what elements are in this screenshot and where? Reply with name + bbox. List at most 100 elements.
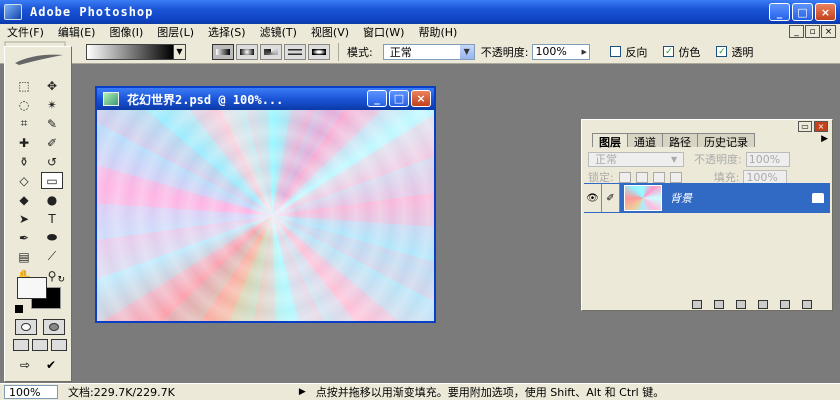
chevron-down-icon[interactable]: ▼ — [671, 155, 683, 164]
layer-name: 背景 — [670, 192, 692, 205]
layer-style-icon[interactable] — [692, 300, 702, 309]
doc-close-button[interactable]: × — [821, 25, 836, 38]
document-close-button[interactable]: × — [411, 90, 431, 107]
brush-link-icon[interactable]: ✐ — [602, 184, 620, 212]
foreground-color-swatch[interactable] — [17, 277, 47, 299]
adjustment-layer-icon[interactable] — [758, 300, 768, 309]
menu-file[interactable]: 文件(F) — [0, 24, 51, 40]
tab-history[interactable]: 历史记录 — [697, 133, 755, 149]
linear-gradient-button[interactable] — [212, 43, 234, 60]
eye-icon[interactable]: 👁 — [584, 184, 602, 212]
minimize-button[interactable]: _ — [769, 3, 790, 21]
full-screen-mode-button[interactable] — [51, 339, 67, 351]
trash-icon[interactable] — [802, 300, 812, 309]
tool-grid: ⬚ ✥ ◌ ✴ ⌗ ✎ ✚ ✐ ⚱ ↺ ◇ ▭ ◆ ● ➤ T ✒ ⬬ ▤ ⟋ … — [13, 77, 63, 284]
quick-mask-mode-button[interactable] — [43, 319, 65, 335]
menu-view[interactable]: 视图(V) — [304, 24, 356, 40]
lasso-tool-icon[interactable]: ◌ — [13, 96, 35, 113]
tab-channels[interactable]: 通道 — [627, 133, 663, 149]
dither-checkbox-box[interactable]: ✓ — [663, 46, 675, 57]
lock-position-icon[interactable] — [652, 171, 665, 183]
maximize-button[interactable]: □ — [792, 3, 813, 21]
healing-brush-tool-icon[interactable]: ✚ — [13, 134, 35, 151]
doc-restore-button[interactable]: ▫ — [805, 25, 820, 38]
transparency-checkbox[interactable]: ✓ 透明 — [716, 44, 753, 60]
crop-tool-icon[interactable]: ⌗ — [13, 115, 35, 132]
eyedropper-tool-icon[interactable]: ⟋ — [41, 248, 63, 265]
layers-panel-controls: ▭ × — [798, 121, 828, 132]
document-maximize-button[interactable]: □ — [389, 90, 409, 107]
swap-colors-icon[interactable]: ↻ — [57, 275, 65, 285]
reverse-checkbox[interactable]: 反向 — [610, 44, 647, 60]
image-canvas[interactable] — [97, 110, 434, 321]
layer-set-icon[interactable] — [736, 300, 746, 309]
jump-to-imageready-icon[interactable]: ⇨ — [15, 357, 35, 373]
menu-bar: 文件(F) 编辑(E) 图像(I) 图层(L) 选择(S) 滤镜(T) 视图(V… — [0, 24, 840, 40]
status-menu-arrow-icon[interactable]: ▶ — [299, 387, 306, 397]
layer-mask-icon[interactable] — [714, 300, 724, 309]
eraser-tool-icon[interactable]: ◇ — [13, 172, 35, 189]
transparency-checkbox-box[interactable]: ✓ — [716, 46, 728, 57]
slice-tool-icon[interactable]: ✎ — [41, 115, 63, 132]
notes-tool-icon[interactable]: ▤ — [13, 248, 35, 265]
clone-stamp-tool-icon[interactable]: ⚱ — [13, 153, 35, 170]
path-selection-tool-icon[interactable]: ➤ — [13, 210, 35, 227]
standard-screen-mode-button[interactable] — [13, 339, 29, 351]
opacity-slider-arrow-icon[interactable]: ▶ — [581, 45, 589, 59]
menu-filter[interactable]: 滤镜(T) — [253, 24, 304, 40]
menu-edit[interactable]: 编辑(E) — [51, 24, 103, 40]
menu-help[interactable]: 帮助(H) — [411, 24, 464, 40]
new-layer-icon[interactable] — [780, 300, 790, 309]
toolbox-feather-icon[interactable] — [9, 51, 69, 67]
layer-opacity-input[interactable]: 100% — [745, 151, 790, 167]
layer-row-background[interactable]: 👁 ✐ 背景 — [584, 183, 830, 213]
lock-image-icon[interactable] — [635, 171, 648, 183]
diamond-gradient-button[interactable] — [308, 43, 330, 60]
opacity-input[interactable]: 100% ▶ — [532, 43, 591, 60]
gradient-picker-swatch[interactable] — [86, 43, 174, 60]
blur-tool-icon[interactable]: ◆ — [13, 191, 35, 208]
move-tool-icon[interactable]: ✥ — [41, 77, 63, 94]
reverse-checkbox-box[interactable] — [610, 46, 622, 57]
brush-tool-icon[interactable]: ✐ — [41, 134, 63, 151]
layers-panel-minimize-button[interactable]: ▭ — [798, 121, 812, 132]
zoom-level-input[interactable]: 100% — [4, 385, 58, 399]
blend-mode-select[interactable]: 正常 ▼ — [588, 151, 684, 167]
history-brush-tool-icon[interactable]: ↺ — [41, 153, 63, 170]
menu-layer[interactable]: 图层(L) — [150, 24, 201, 40]
type-tool-icon[interactable]: T — [41, 210, 63, 227]
reflected-gradient-button[interactable] — [284, 43, 306, 60]
marquee-tool-icon[interactable]: ⬚ — [13, 77, 35, 94]
magic-wand-tool-icon[interactable]: ✴ — [41, 96, 63, 113]
pen-tool-icon[interactable]: ✒ — [13, 229, 35, 246]
radial-gradient-button[interactable] — [236, 43, 258, 60]
dither-checkbox[interactable]: ✓ 仿色 — [663, 44, 700, 60]
panel-menu-arrow-icon[interactable]: ▶ — [821, 134, 828, 144]
tab-paths[interactable]: 路径 — [662, 133, 698, 149]
mode-select[interactable]: 正常 ▼ — [382, 43, 475, 60]
gradient-tool-icon[interactable]: ▭ — [41, 172, 63, 189]
lock-all-icon[interactable] — [669, 171, 682, 183]
app-title: Adobe Photoshop — [30, 5, 154, 19]
chevron-down-icon[interactable]: ▼ — [459, 44, 474, 59]
document-titlebar[interactable]: 花幻世界2.psd @ 100%... _ □ × — [97, 88, 434, 110]
shape-tool-icon[interactable]: ⬬ — [41, 229, 63, 246]
lock-transparent-icon[interactable] — [618, 171, 631, 183]
layers-panel-close-button[interactable]: × — [814, 121, 828, 132]
menu-window[interactable]: 窗口(W) — [356, 24, 411, 40]
doc-minimize-button[interactable]: _ — [789, 25, 804, 38]
layers-panel-header: ▭ × — [582, 120, 832, 133]
gradient-dropdown-arrow-icon[interactable]: ▼ — [174, 43, 186, 60]
full-screen-menu-mode-button[interactable] — [32, 339, 48, 351]
dodge-tool-icon[interactable]: ● — [41, 191, 63, 208]
document-window: 花幻世界2.psd @ 100%... _ □ × — [95, 86, 436, 323]
tab-layers[interactable]: 图层 — [592, 133, 628, 149]
default-colors-icon[interactable] — [15, 305, 23, 313]
menu-select[interactable]: 选择(S) — [201, 24, 253, 40]
jump-to-app-icon[interactable]: ✔ — [41, 357, 61, 373]
close-button[interactable]: × — [815, 3, 836, 21]
menu-image[interactable]: 图像(I) — [102, 24, 150, 40]
document-minimize-button[interactable]: _ — [367, 90, 387, 107]
angle-gradient-button[interactable] — [260, 43, 282, 60]
standard-mode-button[interactable] — [15, 319, 37, 335]
